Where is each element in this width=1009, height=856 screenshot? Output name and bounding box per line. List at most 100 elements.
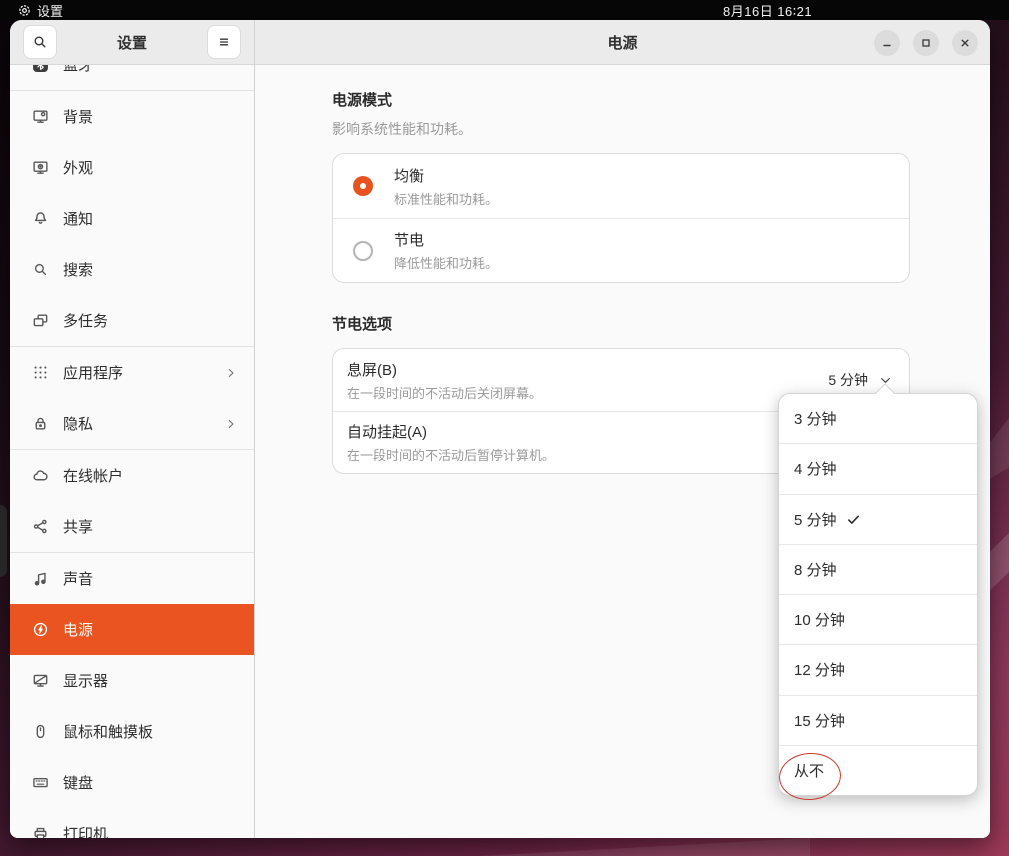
- sidebar-item-label: 共享: [63, 516, 238, 537]
- dock-handle: [0, 505, 7, 577]
- sidebar-item-label: 打印机: [63, 823, 238, 838]
- clock[interactable]: 8月16日 16∶21: [723, 0, 812, 20]
- option-description: 降低性能和功耗。: [394, 253, 893, 272]
- dropdown-option[interactable]: 8 分钟: [779, 544, 977, 594]
- sidebar-item-power[interactable]: 电源: [10, 604, 254, 655]
- sidebar-item-keyboard[interactable]: 键盘: [10, 757, 254, 808]
- sidebar: 设置 蓝牙背景外观通知搜索多任务应用程序隐私在线帐户共享声音电源显示器鼠标和触摸…: [10, 20, 255, 838]
- sidebar-item-privacy[interactable]: 隐私: [10, 398, 254, 449]
- sidebar-headerbar: 设置: [10, 20, 254, 65]
- sidebar-item-sound[interactable]: 声音: [10, 553, 254, 604]
- sidebar-item-label: 鼠标和触摸板: [63, 721, 238, 742]
- row-description: 在一段时间的不活动后关闭屏幕。: [347, 383, 828, 402]
- power-mode-heading: 电源模式: [332, 89, 910, 110]
- hamburger-menu-icon: [216, 34, 232, 50]
- search-icon: [32, 34, 48, 50]
- row-text: 息屏(B) 在一段时间的不活动后关闭屏幕。: [347, 359, 828, 402]
- dropdown-option-list: 3 分钟4 分钟5 分钟8 分钟10 分钟12 分钟15 分钟从不: [779, 394, 977, 795]
- sidebar-title: 设置: [117, 32, 147, 53]
- online-accounts-icon: [31, 467, 49, 485]
- page-title: 电源: [607, 32, 637, 53]
- power-mode-card: 均衡标准性能和功耗。节电降低性能和功耗。: [332, 153, 910, 283]
- dropdown-option[interactable]: 12 分钟: [779, 644, 977, 694]
- dropdown-option[interactable]: 10 分钟: [779, 594, 977, 644]
- power-mode-option[interactable]: 节电降低性能和功耗。: [333, 218, 909, 282]
- dropdown-option[interactable]: 5 分钟: [779, 494, 977, 544]
- sidebar-item-label: 显示器: [63, 670, 238, 691]
- dropdown-option[interactable]: 15 分钟: [779, 695, 977, 745]
- sharing-icon: [31, 518, 49, 536]
- sidebar-item-label: 隐私: [63, 413, 210, 434]
- multitasking-icon: [31, 312, 49, 330]
- notifications-icon: [31, 210, 49, 228]
- dropdown-option[interactable]: 3 分钟: [779, 394, 977, 443]
- radio-button[interactable]: [353, 241, 373, 261]
- bluetooth-icon: [31, 65, 49, 74]
- wallpaper-facet: [480, 838, 810, 856]
- dropdown-option-label: 3 分钟: [794, 408, 837, 429]
- printers-icon: [31, 825, 49, 839]
- chevron-right-icon: [224, 366, 238, 380]
- sidebar-item-label: 应用程序: [63, 362, 210, 383]
- settings-gear-icon: [18, 4, 31, 17]
- minimize-button[interactable]: [874, 30, 900, 56]
- dropdown-option-label: 4 分钟: [794, 458, 837, 479]
- screen-blank-value: 5 分钟: [828, 370, 868, 390]
- power-icon: [31, 621, 49, 639]
- option-description: 标准性能和功耗。: [394, 189, 893, 208]
- option-text: 节电降低性能和功耗。: [394, 229, 893, 272]
- sidebar-item-background[interactable]: 背景: [10, 91, 254, 142]
- primary-menu-button[interactable]: [207, 25, 241, 59]
- background-icon: [31, 108, 49, 126]
- top-bar: 设置 8月16日 16∶21: [0, 0, 1009, 20]
- sidebar-item-mouse[interactable]: 鼠标和触摸板: [10, 706, 254, 757]
- duration-dropdown-menu: 3 分钟4 分钟5 分钟8 分钟10 分钟12 分钟15 分钟从不: [778, 393, 978, 796]
- sidebar-item-label: 通知: [63, 208, 238, 229]
- sidebar-item-displays[interactable]: 显示器: [10, 655, 254, 706]
- power-mode-subtitle: 影响系统性能和功耗。: [332, 119, 910, 139]
- displays-icon: [31, 672, 49, 690]
- active-app-menu[interactable]: 设置: [18, 0, 63, 20]
- sidebar-item-sharing[interactable]: 共享: [10, 501, 254, 552]
- power-saving-heading: 节电选项: [332, 313, 910, 334]
- window-controls: [874, 20, 978, 65]
- dropdown-option[interactable]: 4 分钟: [779, 443, 977, 493]
- sidebar-item-label: 蓝牙: [63, 65, 238, 75]
- appearance-icon: [31, 159, 49, 177]
- sidebar-item-printers[interactable]: 打印机: [10, 808, 254, 838]
- sidebar-item-label: 背景: [63, 106, 238, 127]
- search-button[interactable]: [23, 25, 57, 59]
- row-title: 息屏(B): [347, 359, 828, 380]
- sidebar-item-notifications[interactable]: 通知: [10, 193, 254, 244]
- option-text: 均衡标准性能和功耗。: [394, 165, 893, 208]
- sidebar-item-label: 搜索: [63, 259, 238, 280]
- main-headerbar: 电源: [255, 20, 990, 65]
- radio-button[interactable]: [353, 176, 373, 196]
- sidebar-list: 蓝牙背景外观通知搜索多任务应用程序隐私在线帐户共享声音电源显示器鼠标和触摸板键盘…: [10, 65, 254, 838]
- sidebar-item-online-accounts[interactable]: 在线帐户: [10, 450, 254, 501]
- search-icon: [31, 261, 49, 279]
- dropdown-option-label: 5 分钟: [794, 509, 837, 530]
- power-mode-option[interactable]: 均衡标准性能和功耗。: [333, 154, 909, 218]
- sidebar-item-bluetooth[interactable]: 蓝牙: [10, 65, 254, 90]
- sound-icon: [31, 570, 49, 588]
- sidebar-item-applications[interactable]: 应用程序: [10, 347, 254, 398]
- sidebar-item-label: 键盘: [63, 772, 238, 793]
- sidebar-item-appearance[interactable]: 外观: [10, 142, 254, 193]
- maximize-button[interactable]: [913, 30, 939, 56]
- dropdown-option-label: 8 分钟: [794, 559, 837, 580]
- sidebar-item-multitasking[interactable]: 多任务: [10, 295, 254, 346]
- keyboard-icon: [31, 774, 49, 792]
- sidebar-item-search[interactable]: 搜索: [10, 244, 254, 295]
- option-title: 均衡: [394, 165, 893, 186]
- close-button[interactable]: [952, 30, 978, 56]
- dropdown-option-label: 12 分钟: [794, 659, 845, 680]
- sidebar-item-label: 在线帐户: [63, 465, 238, 486]
- mouse-icon: [31, 723, 49, 741]
- sidebar-item-label: 外观: [63, 157, 238, 178]
- sidebar-item-label: 声音: [63, 568, 238, 589]
- active-app-label: 设置: [37, 1, 63, 20]
- chevron-right-icon: [224, 417, 238, 431]
- option-title: 节电: [394, 229, 893, 250]
- privacy-icon: [31, 415, 49, 433]
